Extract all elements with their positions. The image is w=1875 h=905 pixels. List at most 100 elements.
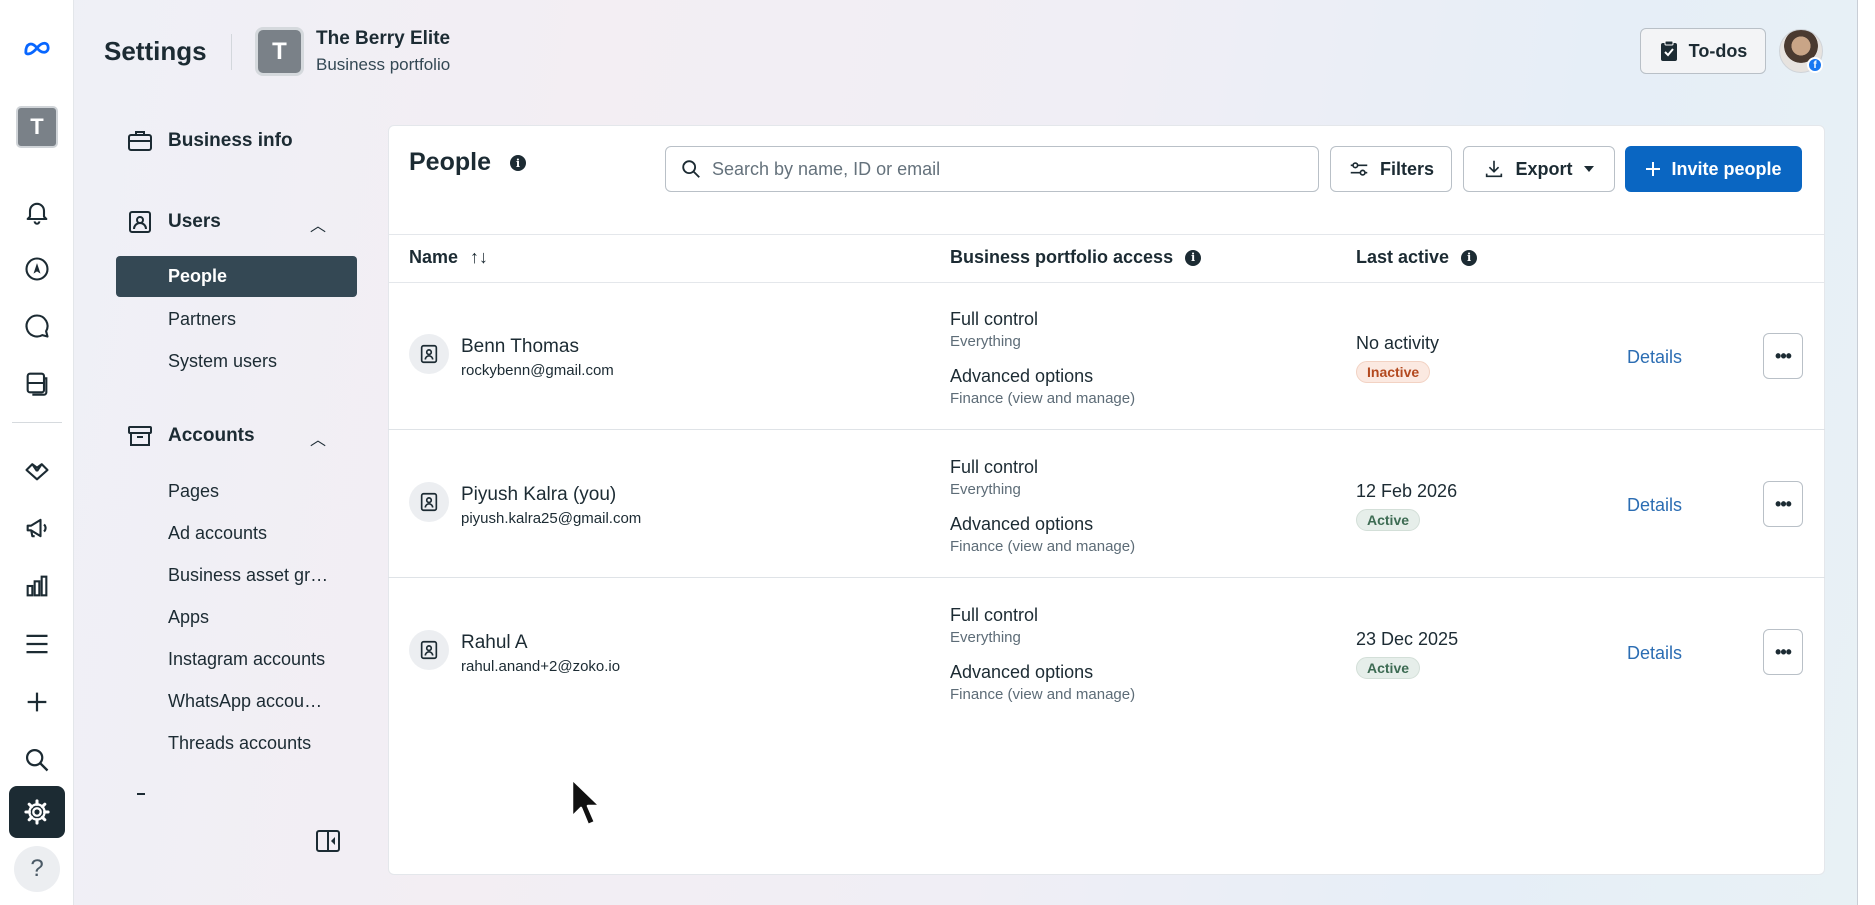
nav-overflow-marker [137, 793, 145, 795]
nav-item-system-users[interactable]: System users [116, 341, 357, 382]
person-email: rockybenn@gmail.com [461, 362, 614, 379]
bell-icon[interactable] [9, 186, 65, 238]
invite-people-button[interactable]: Invite people [1625, 146, 1802, 192]
more-options-button[interactable]: ••• [1763, 481, 1803, 527]
status-badge: Inactive [1356, 361, 1431, 383]
info-icon[interactable]: i [1185, 249, 1202, 266]
nav-item-pages[interactable]: Pages [116, 471, 357, 512]
megaphone-icon[interactable] [9, 502, 65, 554]
global-nav-rail: T ? [0, 0, 74, 905]
status-badge: Active [1356, 657, 1421, 679]
access-scope: Finance (view and manage) [950, 390, 1136, 407]
todos-label: To-dos [1688, 40, 1748, 61]
nav-accounts-label: Accounts [168, 425, 255, 446]
nav-item-business-asset-groups[interactable]: Business asset gr… [116, 555, 357, 596]
portfolio-avatar[interactable]: T [255, 27, 304, 76]
rail-divider [12, 422, 62, 423]
nav-item-whatsapp-accounts[interactable]: WhatsApp accou… [116, 681, 357, 722]
nav-item-threads-accounts[interactable]: Threads accounts [116, 723, 357, 764]
access-scope: Everything [950, 333, 1021, 350]
plus-icon[interactable] [9, 676, 65, 728]
table-header-bottom-border [388, 282, 1825, 283]
nav-users-label: Users [168, 211, 221, 232]
chat-icon[interactable] [9, 300, 65, 352]
portfolio-name[interactable]: The Berry Elite [316, 28, 450, 50]
column-header-access: Business portfolio access i [950, 247, 1202, 268]
person-email: rahul.anand+2@zoko.io [461, 658, 621, 675]
todos-button[interactable]: To-dos [1640, 28, 1766, 74]
details-link[interactable]: Details [1627, 643, 1682, 664]
info-icon[interactable]: i [1461, 249, 1478, 266]
person-email: piyush.kalra25@gmail.com [461, 510, 642, 527]
search-icon [682, 160, 700, 178]
collapse-sidebar-icon[interactable] [315, 828, 341, 854]
nav-business-info[interactable]: Business info [126, 127, 293, 155]
briefcase-icon [128, 131, 152, 151]
chevron-up-icon[interactable]: ︿ [310, 212, 326, 236]
bar-chart-icon[interactable] [9, 560, 65, 612]
chevron-up-icon[interactable]: ︿ [310, 426, 326, 450]
access-scope: Everything [950, 629, 1021, 646]
caret-down-icon [1583, 166, 1594, 172]
details-link[interactable]: Details [1627, 347, 1682, 368]
sort-icon[interactable]: ↑↓ [470, 247, 488, 268]
column-access-label: Business portfolio access [950, 247, 1174, 267]
menu-icon[interactable] [9, 618, 65, 670]
plus-icon [1646, 162, 1661, 176]
download-icon [1486, 160, 1503, 178]
nav-users-section[interactable]: Users [126, 208, 221, 236]
nav-item-partners[interactable]: Partners [116, 299, 357, 340]
search-box[interactable] [665, 146, 1319, 192]
last-active-value: 12 Feb 2026 [1356, 481, 1458, 501]
portfolio-type: Business portfolio [316, 55, 451, 74]
nav-accounts-section[interactable]: Accounts [126, 422, 255, 450]
last-active-value: 23 Dec 2025 [1356, 629, 1459, 649]
filters-button[interactable]: Filters [1330, 146, 1452, 192]
access-level: Full control [950, 457, 1039, 477]
access-level: Full control [950, 605, 1039, 625]
compass-icon[interactable] [9, 243, 65, 295]
status-badge: Active [1356, 509, 1421, 531]
access-level: Advanced options [950, 366, 1094, 386]
person-badge-icon [409, 630, 449, 670]
nav-item-ad-accounts[interactable]: Ad accounts [116, 513, 357, 554]
person-badge-icon [409, 482, 449, 522]
person-badge-icon [409, 334, 449, 374]
export-button[interactable]: Export [1463, 146, 1615, 192]
nav-business-info-label: Business info [168, 130, 293, 151]
column-header-last-active: Last active i [1356, 247, 1478, 268]
header-divider [231, 34, 232, 70]
last-active-value: No activity [1356, 333, 1440, 353]
people-title: People i [409, 148, 526, 177]
person-name[interactable]: Piyush Kalra (you) [461, 484, 616, 506]
nav-item-people[interactable]: People [116, 256, 357, 297]
help-icon[interactable]: ? [14, 846, 60, 892]
clipboard-check-icon [1660, 40, 1677, 61]
details-link[interactable]: Details [1627, 495, 1682, 516]
row-divider [388, 577, 1825, 578]
more-options-button[interactable]: ••• [1763, 333, 1803, 379]
more-options-button[interactable]: ••• [1763, 629, 1803, 675]
window-edge [1858, 0, 1875, 905]
access-scope: Everything [950, 481, 1021, 498]
info-icon[interactable]: i [509, 155, 526, 172]
pages-icon[interactable] [9, 357, 65, 409]
search-input[interactable] [712, 158, 1272, 180]
portfolio-switcher[interactable]: T [16, 106, 58, 148]
nav-item-instagram-accounts[interactable]: Instagram accounts [116, 639, 357, 680]
person-name[interactable]: Rahul A [461, 632, 528, 654]
search-icon[interactable] [9, 734, 65, 786]
handshake-icon[interactable] [9, 444, 65, 496]
nav-item-apps[interactable]: Apps [116, 597, 357, 638]
column-header-name[interactable]: Name ↑↓ [409, 247, 488, 268]
gear-icon[interactable] [9, 786, 65, 838]
page-title: Settings [104, 36, 207, 66]
meta-logo-icon[interactable] [9, 22, 65, 74]
table-header-top-border [388, 234, 1825, 235]
column-last-active-label: Last active [1356, 247, 1450, 267]
access-scope: Finance (view and manage) [950, 686, 1136, 703]
facebook-badge-icon: f [1807, 57, 1823, 73]
person-name[interactable]: Benn Thomas [461, 336, 579, 358]
id-badge-icon [129, 211, 151, 233]
export-label: Export [1515, 158, 1573, 179]
